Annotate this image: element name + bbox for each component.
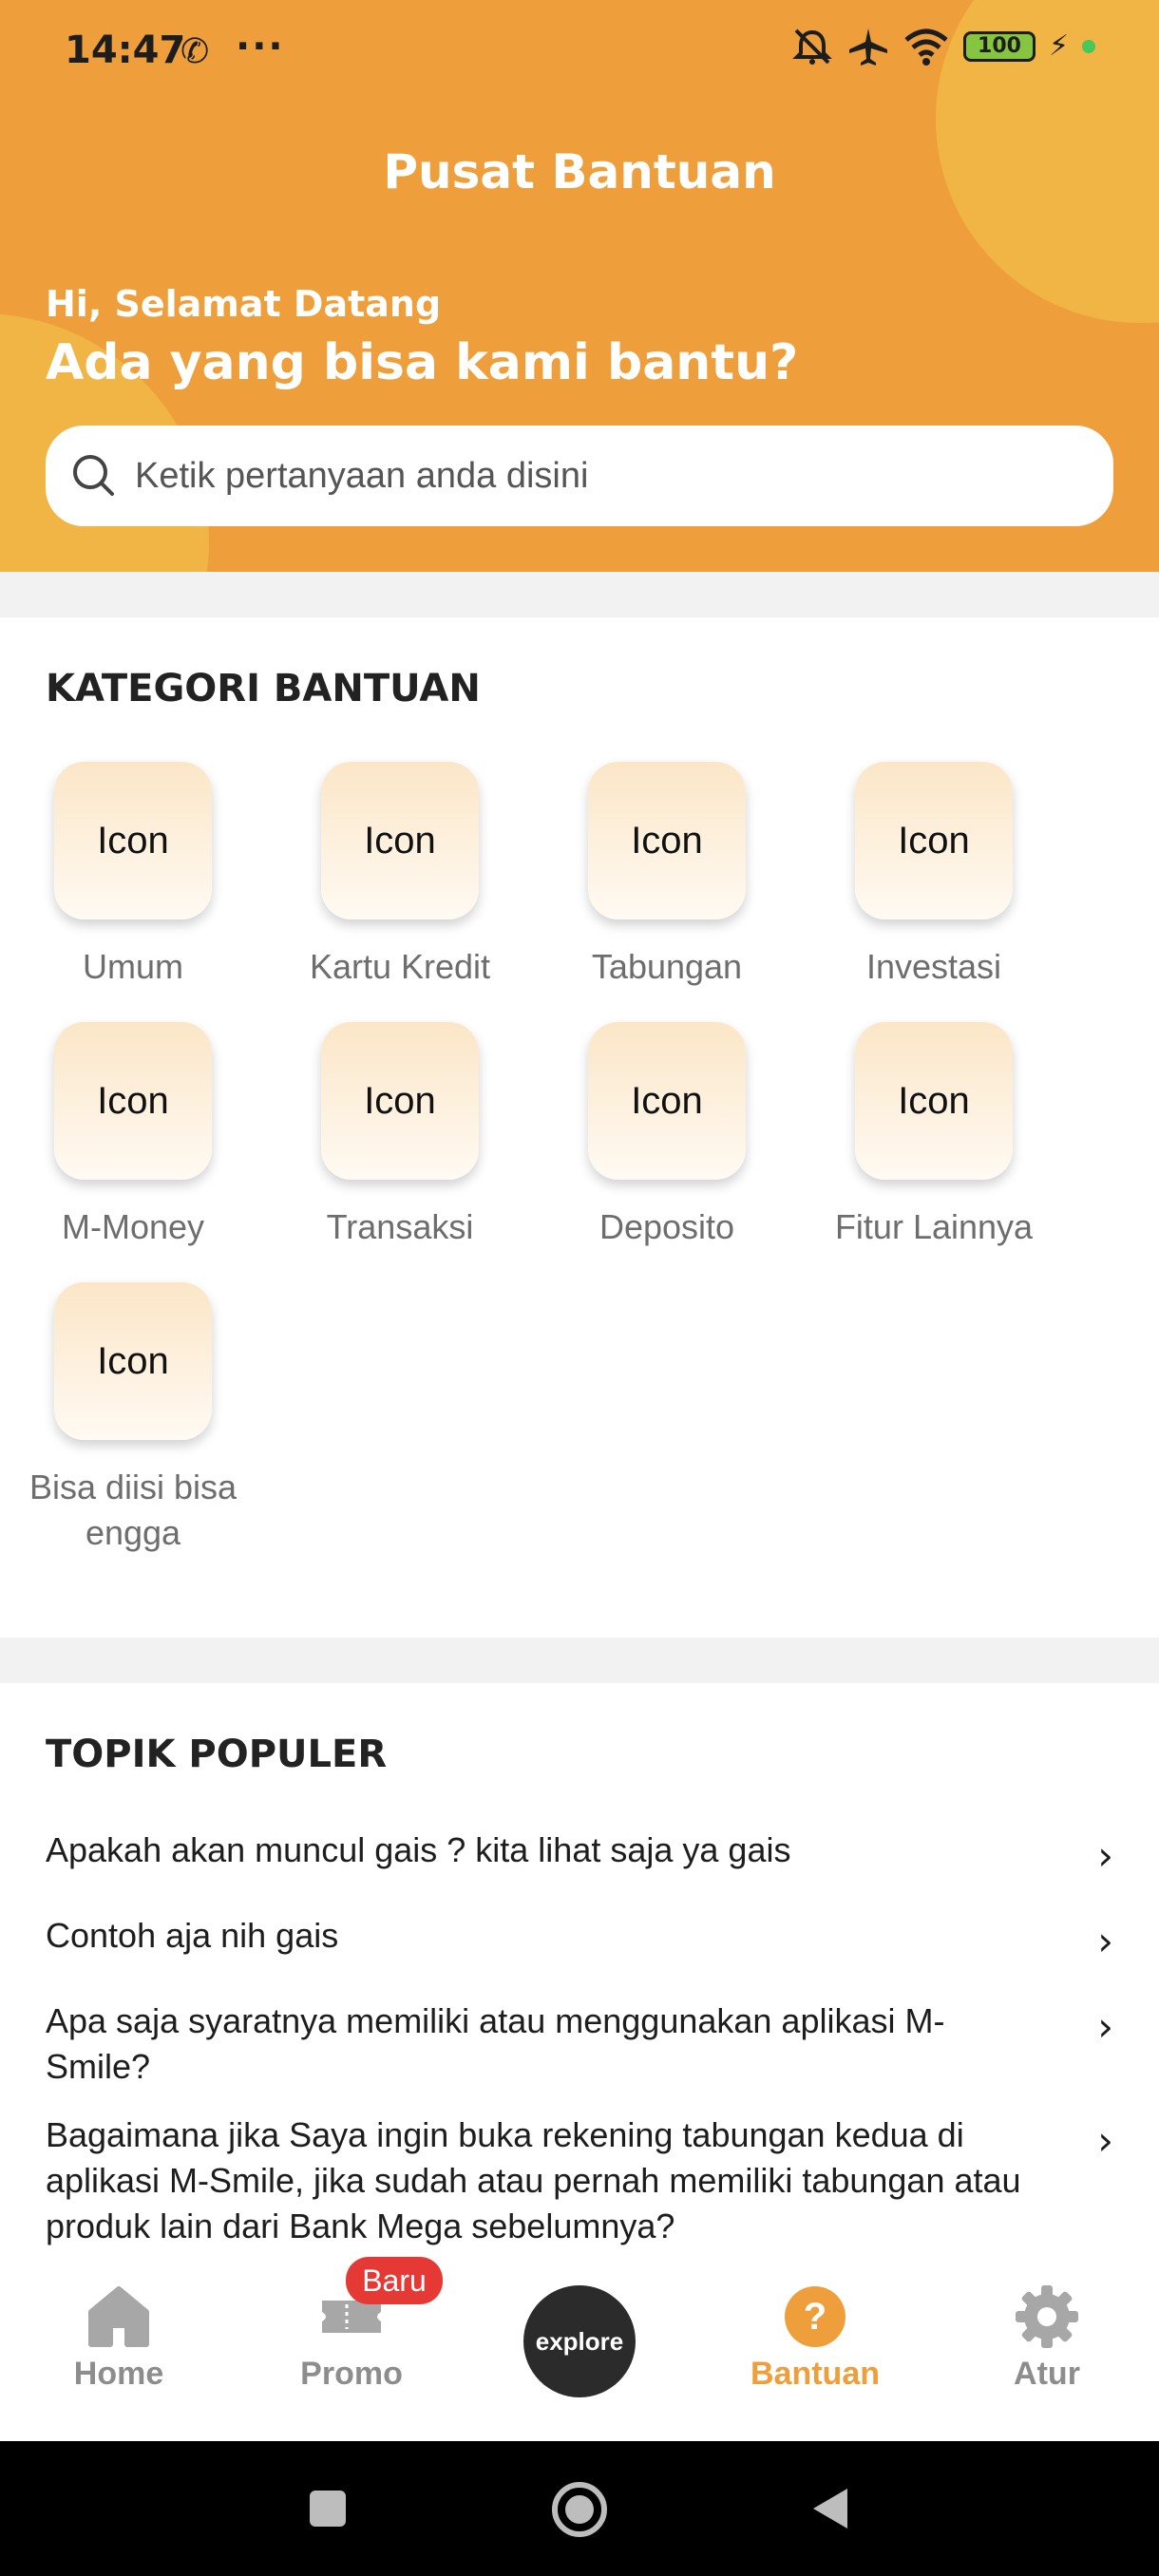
- category-tabungan[interactable]: Icon Tabungan: [534, 762, 800, 990]
- topic-item[interactable]: Bagaimana jika Saya ingin buka rekening …: [46, 2112, 1113, 2249]
- topic-question: Bagaimana jika Saya ingin buka rekening …: [46, 2115, 1021, 2245]
- category-label: M-Money: [61, 1207, 205, 1246]
- nav-bantuan[interactable]: ? Bantuan: [720, 2282, 910, 2393]
- home-icon: [88, 2286, 149, 2347]
- chevron-right-icon: ›: [1097, 1918, 1113, 1964]
- promo-badge: Baru: [346, 2257, 443, 2304]
- search-icon: [73, 455, 114, 496]
- category-transaksi[interactable]: Icon Transaksi: [267, 1022, 533, 1250]
- topic-question: Apa saja syaratnya memiliki atau menggun…: [46, 2001, 945, 2086]
- nav-atur[interactable]: Atur: [952, 2282, 1142, 2393]
- system-navigation-bar: [0, 2441, 1159, 2576]
- category-icon: Icon: [855, 1022, 1013, 1180]
- nav-home[interactable]: Home: [24, 2282, 214, 2393]
- greeting-text: Hi, Selamat Datang: [46, 283, 442, 325]
- category-label: Deposito: [598, 1207, 735, 1246]
- indicator-dot: [1082, 40, 1096, 53]
- page-title: Pusat Bantuan: [383, 144, 776, 199]
- topic-question: Contoh aja nih gais: [46, 1916, 339, 1955]
- category-icon: Icon: [321, 1022, 479, 1180]
- help-icon: ?: [785, 2286, 846, 2347]
- topic-item[interactable]: Apa saja syaratnya memiliki atau menggun…: [46, 1998, 1113, 2090]
- status-icons: 100 ⚡: [790, 27, 1096, 66]
- topic-item[interactable]: Contoh aja nih gais ›: [46, 1913, 1113, 1964]
- nav-label: Promo: [300, 2356, 403, 2392]
- section-title: KATEGORI BANTUAN: [46, 667, 481, 710]
- nav-label: Atur: [1014, 2356, 1080, 2392]
- category-label: Transaksi: [326, 1207, 474, 1246]
- topic-item[interactable]: Apakah akan muncul gais ? kita lihat saj…: [46, 1828, 1113, 1879]
- category-icon: Icon: [588, 762, 746, 919]
- whatsapp-icon: ✆: [180, 32, 210, 71]
- nav-label: Home: [73, 2356, 164, 2392]
- header: 14:47 ✆ ··· 100 ⚡ Pusat Bantuan Hi, Sela…: [0, 0, 1159, 572]
- chevron-right-icon: ›: [1097, 1832, 1113, 1879]
- wifi-icon: [904, 28, 948, 66]
- category-fitur-lainnya[interactable]: Icon Fitur Lainnya: [801, 1022, 1067, 1250]
- topic-question: Apakah akan muncul gais ? kita lihat saj…: [46, 1830, 791, 1869]
- category-kartu-kredit[interactable]: Icon Kartu Kredit: [267, 762, 533, 990]
- category-label: Bisa diisi bisa engga: [28, 1468, 238, 1552]
- category-bisa-diisi[interactable]: Icon Bisa diisi bisa engga: [0, 1282, 266, 1556]
- svg-text:?: ?: [804, 2296, 826, 2338]
- section-title: TOPIK POPULER: [46, 1733, 388, 1776]
- help-prompt: Ada yang bisa kami bantu?: [46, 334, 799, 391]
- search-bar[interactable]: [46, 426, 1113, 526]
- category-label: Tabungan: [591, 947, 743, 986]
- category-label: Umum: [83, 947, 183, 986]
- category-icon: Icon: [855, 762, 1013, 919]
- explore-button[interactable]: explore: [523, 2285, 636, 2397]
- battery-icon: 100: [963, 31, 1036, 62]
- status-bar: 14:47 ✆ ··· 100 ⚡: [0, 0, 1159, 104]
- category-deposito[interactable]: Icon Deposito: [534, 1022, 800, 1250]
- back-icon[interactable]: [806, 2483, 857, 2534]
- category-icon: Icon: [54, 1022, 212, 1180]
- gear-icon: [1016, 2285, 1078, 2348]
- category-investasi[interactable]: Icon Investasi: [801, 762, 1067, 990]
- home-circle-icon[interactable]: [549, 2479, 610, 2540]
- category-umum[interactable]: Icon Umum: [0, 762, 266, 990]
- category-section: KATEGORI BANTUAN Icon Umum Icon Kartu Kr…: [0, 617, 1159, 1638]
- chevron-right-icon: ›: [1097, 2117, 1113, 2164]
- mute-icon: [792, 28, 832, 65]
- category-icon: Icon: [54, 1282, 212, 1440]
- status-time: 14:47: [65, 28, 186, 72]
- nav-label: Bantuan: [750, 2356, 880, 2392]
- category-label: Fitur Lainnya: [834, 1207, 1034, 1246]
- recents-icon[interactable]: [302, 2483, 353, 2534]
- more-dots-icon: ···: [236, 25, 285, 68]
- charging-icon: ⚡: [1049, 29, 1070, 63]
- category-icon: Icon: [588, 1022, 746, 1180]
- category-label: Kartu Kredit: [309, 947, 491, 986]
- search-input[interactable]: [135, 455, 1085, 497]
- category-label: Investasi: [865, 947, 1002, 986]
- category-icon: Icon: [54, 762, 212, 919]
- chevron-right-icon: ›: [1097, 2003, 1113, 2050]
- category-m-money[interactable]: Icon M-Money: [0, 1022, 266, 1250]
- category-icon: Icon: [321, 762, 479, 919]
- airplane-icon: [849, 28, 887, 66]
